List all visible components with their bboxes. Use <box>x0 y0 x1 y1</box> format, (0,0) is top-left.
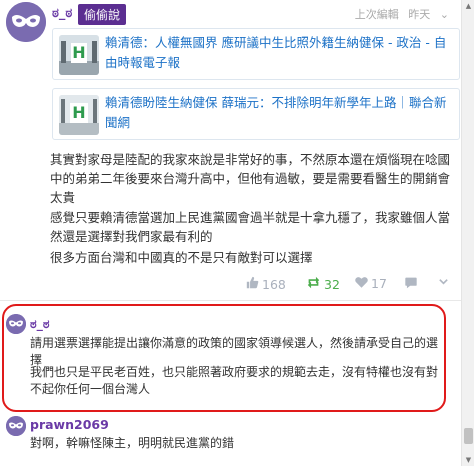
post-paragraph: 很多方面台灣和中國真的不是只有敵對可以選擇 <box>50 250 313 265</box>
link-thumbnail: H <box>59 35 99 75</box>
flair-badge: 偷偷說 <box>78 4 127 25</box>
like-action[interactable]: 168 <box>246 276 286 292</box>
heart-action[interactable]: 17 <box>355 276 387 291</box>
chevron-down-icon[interactable]: ⌄ <box>440 8 449 21</box>
link-preview-card[interactable]: H 賴清德：人權無國界 應研議中生比照外籍生納健保 - 政治 - 自由時報電子報 <box>52 28 460 80</box>
share-action[interactable]: 32 <box>306 276 340 292</box>
chevron-down-icon[interactable] <box>438 276 449 287</box>
link-preview-card[interactable]: H 賴清德盼陸生納健保 薛瑞元：不排除明年新學年上路｜聯合新聞網 <box>52 88 460 140</box>
link-title[interactable]: 賴清德：人權無國界 應研議中生比照外籍生納健保 - 政治 - 自由時報電子報 <box>105 33 453 73</box>
scroll-up-icon[interactable]: ▲ <box>462 0 474 12</box>
post-time: 昨天 <box>408 8 431 21</box>
post-paragraph: 感覺只要賴清德當選加上民進黨國會過半就是十拿九穩了，我家雖個人當然還是選擇對我們… <box>50 210 451 244</box>
svg-text:H: H <box>72 103 85 122</box>
link-title[interactable]: 賴清德盼陸生納健保 薛瑞元：不排除明年新學年上路｜聯合新聞網 <box>105 93 453 133</box>
link-thumbnail: H <box>59 95 99 135</box>
reply-line: 我們也只是平民老百姓，也只能照著政府要求的規範去走，沒有特權也沒有對不起你任何一… <box>30 365 439 396</box>
reply-author[interactable]: prawn2069 <box>30 417 109 432</box>
avatar-mask-icon[interactable] <box>6 416 26 436</box>
reply-icon <box>404 276 418 292</box>
retweet-icon <box>306 276 321 292</box>
reply-action[interactable] <box>404 276 418 292</box>
scroll-down-icon[interactable]: ▼ <box>462 454 474 466</box>
thread-view: ಠ_ಠ 偷偷說 上次編輯 昨天 ⌄ H 賴清德：人權無國界 應研議中生比照外籍生… <box>0 0 461 466</box>
post-action-bar: 168 32 17 <box>0 276 461 294</box>
edit-label: 上次編輯 <box>354 8 399 21</box>
share-count: 32 <box>324 276 340 292</box>
scrollbar-thumb[interactable] <box>464 428 473 444</box>
like-count: 168 <box>262 276 286 292</box>
heart-count: 17 <box>371 276 387 291</box>
post-author[interactable]: ಠ_ಠ <box>52 6 72 21</box>
scrollbar[interactable]: ▲ ▼ <box>461 0 474 466</box>
thumbs-up-icon <box>246 276 259 292</box>
post-meta: 上次編輯 昨天 ⌄ <box>349 6 449 22</box>
post-paragraph: 其實對家母是陸配的我家來說是非常好的事，不然原本還在煩惱現在唸國中的弟弟二年後要… <box>50 152 451 205</box>
avatar-mask-icon[interactable] <box>6 314 26 334</box>
avatar-mask-icon[interactable] <box>6 2 46 42</box>
heart-icon <box>355 276 368 291</box>
reply-line: 對啊，幹嘛怪陳主，明明就民進黨的錯 <box>30 436 235 450</box>
reply-author[interactable]: ಠ_ಠ <box>30 316 49 332</box>
svg-text:H: H <box>72 43 85 62</box>
divider <box>0 300 461 301</box>
